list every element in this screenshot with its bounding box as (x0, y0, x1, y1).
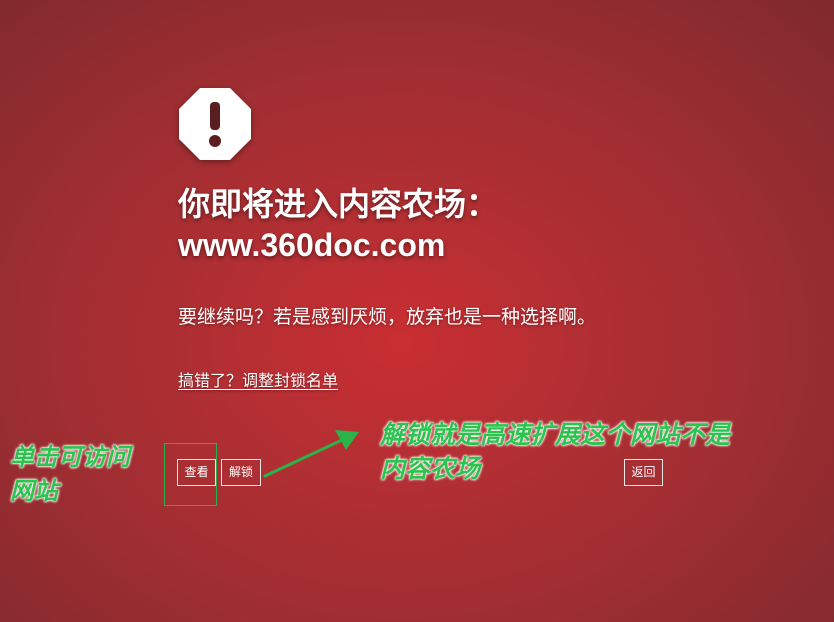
view-annotation-line-2: 网站 (10, 477, 58, 505)
unlock-annotation-line-1: 解锁就是高速扩展这个网站不是 (380, 420, 731, 449)
octagon-exclamation-icon (179, 88, 251, 160)
title-domain: www.360doc.com (178, 227, 446, 263)
unlock-button[interactable]: 解锁 (221, 459, 261, 486)
continue-message: 要继续吗？若是感到厌烦，放弃也是一种选择啊。 (178, 306, 597, 328)
view-annotation: 单击可访问 网站 (10, 440, 130, 508)
adjust-blocklist-link[interactable]: 搞错了？调整封锁名单 (178, 370, 338, 392)
page-title: 你即将进入内容农场： www.360doc.com (178, 184, 498, 266)
unlock-annotation-line-2: 内容农场 (380, 454, 481, 483)
view-button[interactable]: 查看 (177, 459, 216, 486)
view-annotation-line-1: 单击可访问 (10, 443, 130, 471)
title-line-1: 你即将进入内容农场： (178, 186, 499, 222)
arrow-icon (263, 430, 359, 478)
unlock-annotation: 解锁就是高速扩展这个网站不是 内容农场 (380, 418, 730, 486)
